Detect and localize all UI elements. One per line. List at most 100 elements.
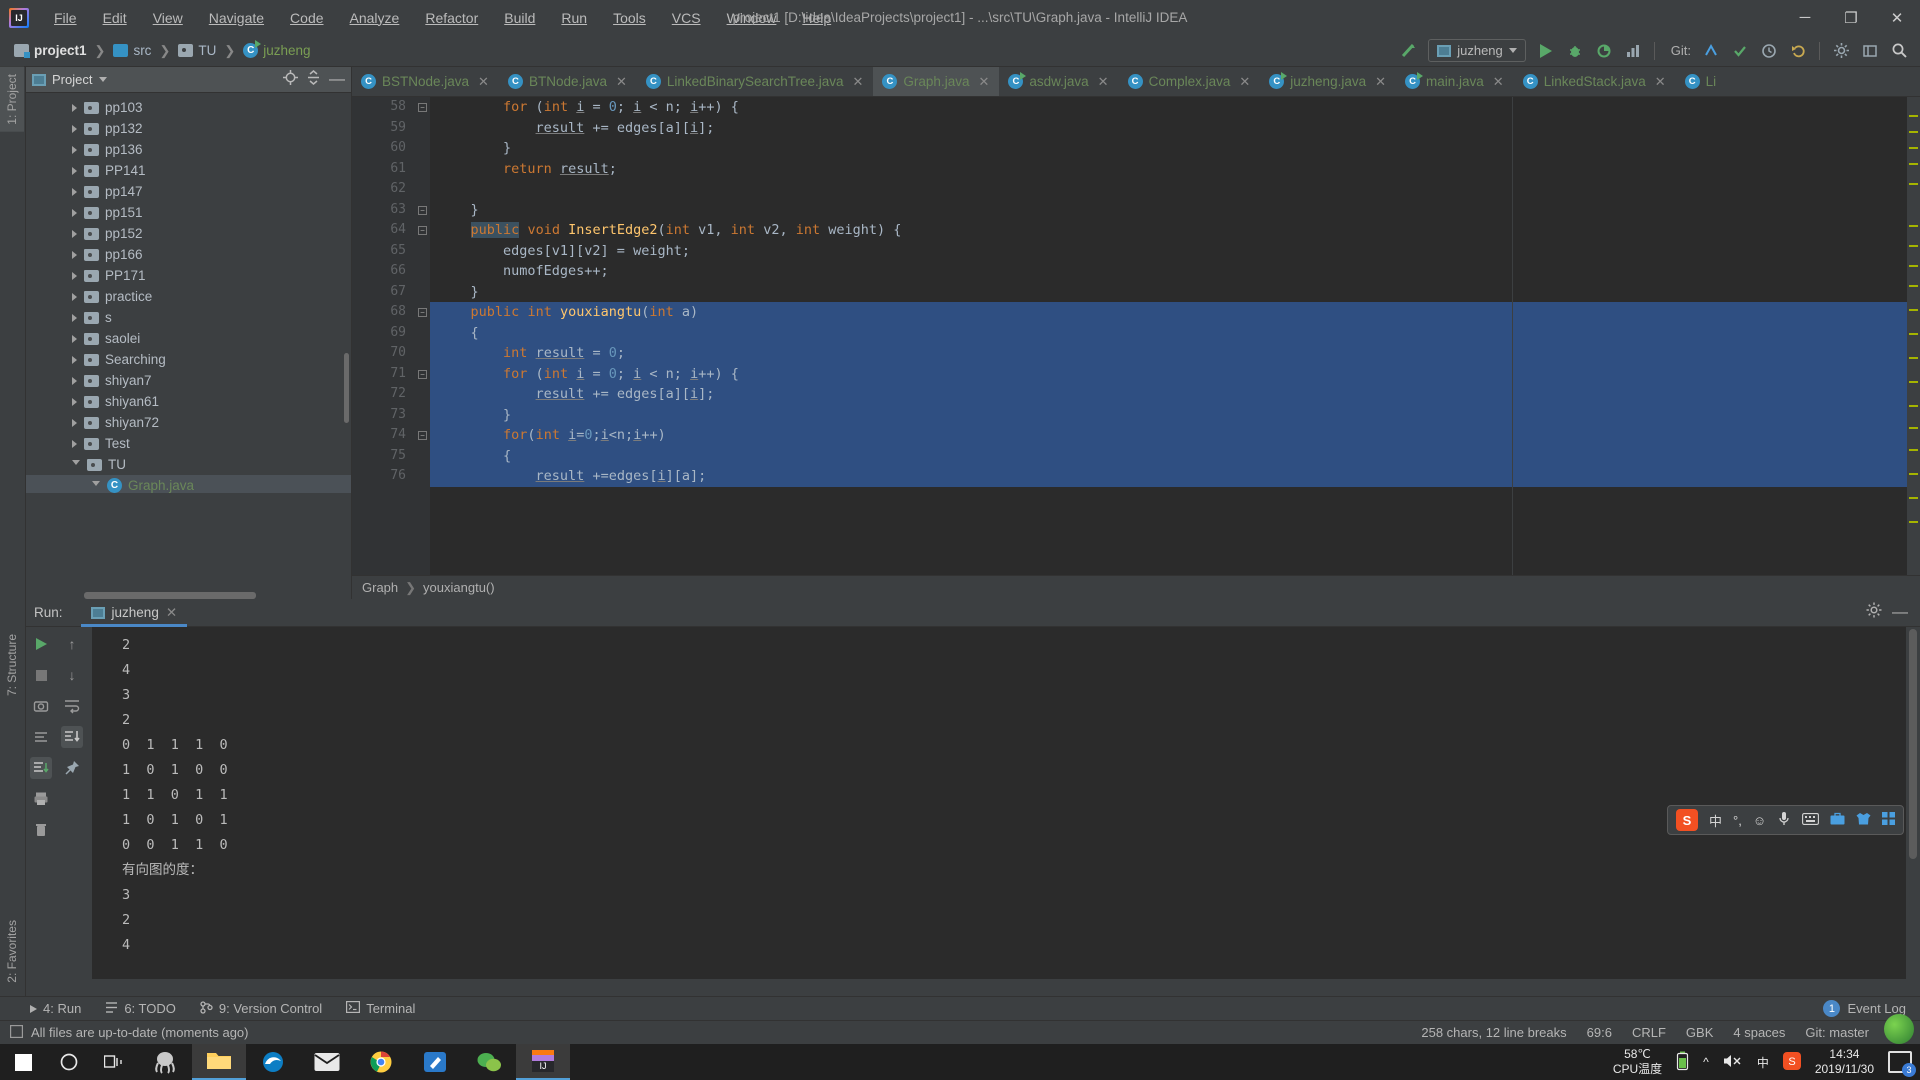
editor-tab[interactable]: Casdw.java ✕ (999, 67, 1118, 96)
scroll-down-icon[interactable]: ↓ (61, 664, 83, 686)
chevron-right-icon[interactable] (72, 418, 77, 427)
chevron-right-icon[interactable] (72, 313, 77, 322)
ime-cn-icon[interactable]: 中 (1757, 1054, 1769, 1071)
fold-marker-icon[interactable]: − (418, 205, 427, 215)
chrome-icon[interactable] (354, 1044, 408, 1080)
chevron-right-icon[interactable] (72, 103, 77, 112)
editor-tab[interactable]: Cmain.java ✕ (1396, 67, 1514, 96)
chevron-right-icon[interactable] (72, 250, 77, 259)
chevron-right-icon[interactable] (72, 166, 77, 175)
tree-item[interactable]: shiyan72 (26, 412, 351, 433)
event-log-button[interactable]: 1 Event Log (1823, 1000, 1920, 1017)
editor-tab[interactable]: C BTNode.java ✕ (499, 67, 637, 96)
window-controls[interactable]: ─ ❐ ✕ (1782, 0, 1920, 35)
menu-file[interactable]: File (41, 6, 90, 30)
fold-marker-icon[interactable]: − (418, 369, 427, 379)
tree-item[interactable]: TU (26, 454, 351, 475)
profile-icon[interactable] (1620, 39, 1646, 63)
scroll-up-icon[interactable]: ↑ (61, 633, 83, 655)
breadcrumb-method[interactable]: youxiangtu() (423, 580, 495, 595)
error-stripe-gutter[interactable] (1907, 97, 1920, 575)
chevron-right-icon[interactable] (72, 229, 77, 238)
chevron-right-icon[interactable] (72, 334, 77, 343)
battery-icon[interactable] (1676, 1051, 1689, 1074)
chevron-down-icon[interactable] (72, 460, 80, 469)
git-commit-icon[interactable] (1727, 39, 1753, 63)
file-explorer-icon[interactable] (192, 1044, 246, 1080)
octopus-icon[interactable] (138, 1044, 192, 1080)
menu-build[interactable]: Build (491, 6, 548, 30)
project-tree[interactable]: pp103 pp132 pp136 PP141 pp147 pp151 pp152 pp166… (26, 93, 351, 493)
editor-breadcrumb[interactable]: Graph ❯ youxiangtu() (352, 575, 1920, 599)
hide-run-window-icon[interactable]: — (1892, 604, 1908, 622)
menu-bar[interactable]: File Edit View Navigate Code Analyze Ref… (41, 6, 844, 30)
chevron-right-icon[interactable] (72, 145, 77, 154)
clock-widget[interactable]: 14:34 2019/11/30 (1815, 1047, 1874, 1077)
code-line[interactable] (430, 179, 1920, 200)
coverage-icon[interactable] (1591, 39, 1617, 63)
tool-tab-structure[interactable]: 7: Structure (0, 627, 24, 703)
cortana-icon[interactable] (46, 1044, 92, 1080)
tree-item[interactable]: PP141 (26, 160, 351, 181)
stop-icon[interactable] (30, 664, 52, 686)
tree-item[interactable]: shiyan7 (26, 370, 351, 391)
source-code[interactable]: for (int i = 0; i < n; i++) { result += … (430, 97, 1920, 575)
close-icon[interactable]: ✕ (1655, 74, 1666, 90)
chevron-right-icon[interactable] (72, 271, 77, 280)
floating-assistant-icon[interactable] (1884, 1014, 1914, 1044)
status-caret-position[interactable]: 69:6 (1587, 1025, 1612, 1040)
start-icon[interactable] (0, 1044, 46, 1080)
layout-icon[interactable] (1857, 39, 1883, 63)
code-line[interactable]: result +=edges[i][a]; (430, 466, 1920, 487)
status-line-separator[interactable]: CRLF (1632, 1025, 1666, 1040)
console-scrollbar[interactable] (1906, 627, 1920, 979)
menu-edit[interactable]: Edit (90, 6, 140, 30)
editor-tab[interactable]: C Complex.java ✕ (1119, 67, 1261, 96)
fold-marker-icon[interactable]: − (418, 431, 427, 440)
tree-item[interactable]: s (26, 307, 351, 328)
breadcrumb[interactable]: project1 ❯ src ❯ TU ❯ C juzheng (0, 40, 315, 60)
run-icon[interactable] (1533, 39, 1559, 63)
scroll-to-end-icon[interactable] (30, 757, 52, 779)
menu-navigate[interactable]: Navigate (196, 6, 277, 30)
edge-icon[interactable] (246, 1044, 300, 1080)
locate-icon[interactable] (283, 69, 298, 90)
menu-tools[interactable]: Tools (600, 6, 659, 30)
print-icon[interactable] (30, 788, 52, 810)
chevron-right-icon[interactable] (72, 187, 77, 196)
editor-tab[interactable]: C Graph.java ✕ (873, 67, 1000, 96)
code-line[interactable]: numofEdges++; (430, 261, 1920, 282)
close-button[interactable]: ✕ (1874, 0, 1920, 35)
undo-icon[interactable] (1785, 39, 1811, 63)
notification-icon[interactable]: 3 (1888, 1051, 1916, 1077)
search-icon[interactable] (1886, 39, 1912, 63)
status-git-branch[interactable]: Git: master (1805, 1025, 1869, 1040)
wechat-icon[interactable] (462, 1044, 516, 1080)
code-line[interactable]: { (430, 445, 1920, 466)
editor-tab[interactable]: Cjuzheng.java ✕ (1260, 67, 1396, 96)
close-icon[interactable]: ✕ (1375, 74, 1386, 90)
close-icon[interactable]: ✕ (478, 74, 489, 90)
pin-icon[interactable] (61, 757, 83, 779)
bottom-tab-terminal[interactable]: Terminal (346, 1001, 415, 1016)
menu-analyze[interactable]: Analyze (337, 6, 413, 30)
rerun-failed-icon[interactable] (30, 726, 52, 748)
menu-refactor[interactable]: Refactor (412, 6, 491, 30)
breadcrumb-item-juzheng[interactable]: C juzheng (239, 40, 314, 60)
run-settings-icon[interactable] (1866, 602, 1882, 623)
chevron-right-icon[interactable] (72, 439, 77, 448)
code-line[interactable]: result += edges[a][i]; (430, 118, 1920, 139)
editor-tab[interactable]: C BSTNode.java ✕ (352, 67, 499, 96)
menu-help[interactable]: Help (789, 6, 844, 30)
code-line[interactable]: for (int i = 0; i < n; i++) { (430, 363, 1920, 384)
sogou-tray-icon[interactable]: S (1782, 1051, 1801, 1073)
editor-tab[interactable]: C LinkedStack.java ✕ (1514, 67, 1676, 96)
tree-item[interactable]: pp103 (26, 97, 351, 118)
emoji-icon[interactable]: ☺ (1753, 813, 1766, 828)
git-update-icon[interactable] (1698, 39, 1724, 63)
shirt-icon[interactable] (1856, 812, 1871, 828)
keyboard-icon[interactable] (1802, 812, 1820, 828)
tree-item[interactable]: pp166 (26, 244, 351, 265)
rerun-icon[interactable] (30, 633, 52, 655)
code-line[interactable]: result += edges[a][i]; (430, 384, 1920, 405)
